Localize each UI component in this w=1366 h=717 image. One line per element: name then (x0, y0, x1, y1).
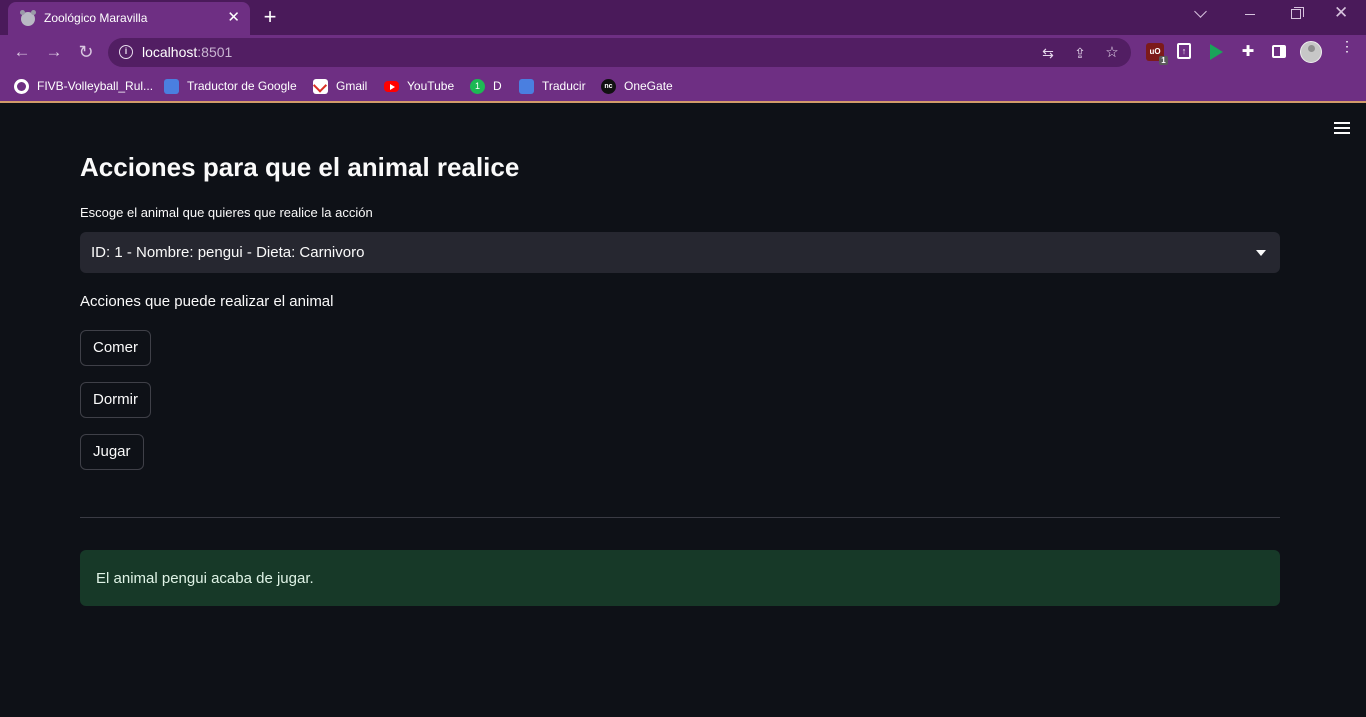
address-bar[interactable]: i localhost:8501 ⇆ ⇪ ☆ (108, 38, 1131, 67)
google-translate-icon (164, 78, 179, 94)
tab-title: Zoológico Maravilla (44, 11, 148, 25)
google-translate-icon (519, 78, 534, 94)
bookmark-youtube[interactable]: YouTube (384, 77, 454, 95)
tab-close-icon[interactable]: ✕ (227, 8, 240, 28)
jugar-button[interactable]: Jugar (80, 434, 144, 470)
success-alert: El animal pengui acaba de jugar. (80, 550, 1280, 606)
ublock-extension-icon[interactable]: uO 1 (1146, 43, 1168, 65)
koala-favicon-icon (20, 10, 36, 26)
actions-label: Acciones que puede realizar el animal (80, 293, 334, 310)
comer-button[interactable]: Comer (80, 330, 152, 366)
url-text: localhost:8501 (142, 44, 232, 60)
play-extension-icon[interactable] (1210, 44, 1223, 60)
translate-icon[interactable]: ⇆ (1039, 44, 1057, 62)
extensions-puzzle-icon[interactable]: ✚ (1239, 43, 1257, 61)
bookmark-google-translate[interactable]: Traductor de Google (164, 77, 297, 95)
upload-extension-icon[interactable]: ↑ (1177, 43, 1191, 59)
minimize-icon[interactable] (1245, 14, 1255, 15)
window-close-icon[interactable]: ✕ (1334, 3, 1348, 23)
share-icon[interactable]: ⇪ (1071, 44, 1089, 62)
browser-titlebar: Zoológico Maravilla ✕ + ✕ (0, 0, 1366, 35)
bookmark-label: Gmail (336, 79, 368, 93)
d-bookmark-icon: 1 (470, 78, 485, 94)
browser-tab[interactable]: Zoológico Maravilla ✕ (8, 2, 250, 35)
bookmark-d[interactable]: 1D (470, 77, 502, 95)
ublock-badge: 1 (1159, 56, 1168, 65)
restore-icon[interactable] (1291, 7, 1304, 19)
site-info-icon[interactable]: i (119, 45, 133, 59)
bookmark-fivb[interactable]: FIVB-Volleyball_Rul... (14, 77, 153, 95)
hamburger-menu-icon[interactable] (1334, 122, 1350, 134)
reload-icon[interactable]: ↻ (75, 41, 97, 63)
new-tab-button[interactable]: + (260, 5, 280, 29)
bookmark-label: D (493, 79, 502, 93)
url-port: :8501 (197, 44, 233, 60)
bookmark-label: Traductor de Google (187, 79, 297, 93)
tab-search-chevron-icon[interactable] (1194, 5, 1207, 18)
animal-select-label: Escoge el animal que quieres que realice… (80, 205, 373, 220)
bookmark-gmail[interactable]: Gmail (313, 77, 367, 95)
bookmark-onegate[interactable]: nc OneGate (601, 77, 673, 95)
bookmark-label: YouTube (407, 79, 455, 93)
bookmark-label: Traducir (542, 79, 586, 93)
browser-menu-icon[interactable]: ⋮ (1340, 39, 1354, 53)
forward-arrow-icon[interactable]: → (43, 41, 65, 63)
gmail-icon (313, 78, 328, 94)
youtube-icon (384, 80, 399, 92)
back-arrow-icon[interactable]: ← (11, 41, 33, 63)
bookmarks-bar: FIVB-Volleyball_Rul... Traductor de Goog… (0, 69, 1366, 103)
profile-avatar[interactable] (1300, 41, 1322, 63)
animal-select[interactable]: ID: 1 - Nombre: pengui - Dieta: Carnivor… (80, 232, 1280, 273)
animal-select-value: ID: 1 - Nombre: pengui - Dieta: Carnivor… (91, 244, 365, 261)
bookmark-traducir[interactable]: Traducir (519, 77, 586, 95)
fivb-icon (14, 78, 29, 94)
bookmark-star-icon[interactable]: ☆ (1103, 44, 1121, 62)
app-main: Acciones para que el animal realice Esco… (0, 104, 1366, 717)
caret-down-icon[interactable] (1256, 250, 1266, 256)
bookmark-label: OneGate (624, 79, 673, 93)
url-host: localhost (142, 44, 198, 60)
browser-toolbar: ← → ↻ i localhost:8501 ⇆ ⇪ ☆ uO 1 ↑ ✚ ⋮ (0, 35, 1366, 69)
bookmark-label: FIVB-Volleyball_Rul... (37, 79, 154, 93)
dormir-button[interactable]: Dormir (80, 382, 151, 418)
divider (80, 517, 1280, 518)
side-panel-icon[interactable] (1272, 45, 1286, 58)
onegate-icon: nc (601, 78, 616, 94)
page-title: Acciones para que el animal realice (80, 152, 520, 182)
success-alert-text: El animal pengui acaba de jugar. (96, 570, 314, 587)
